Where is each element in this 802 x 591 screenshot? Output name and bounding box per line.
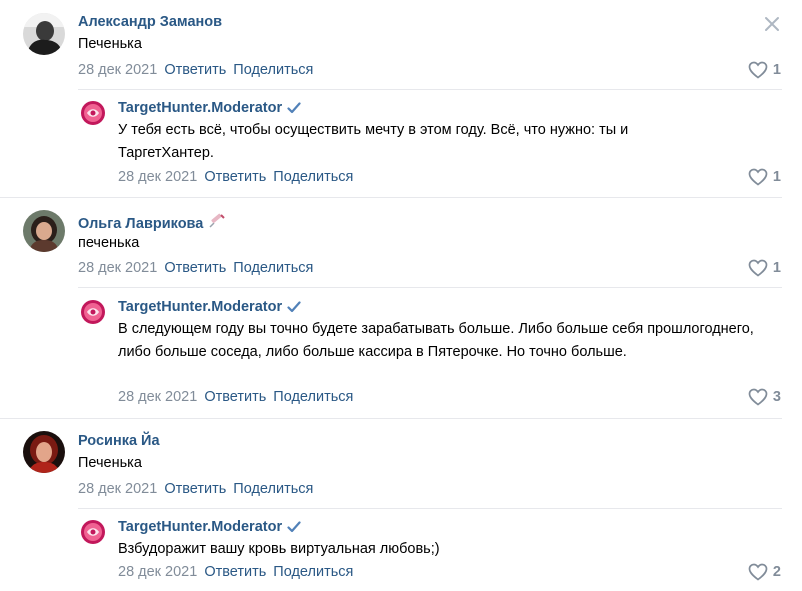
like-button[interactable]: 1 bbox=[748, 259, 781, 277]
like-button[interactable]: 2 bbox=[748, 563, 781, 581]
like-count: 1 bbox=[772, 169, 781, 185]
close-icon[interactable] bbox=[764, 16, 780, 32]
comment-date: 28 дек 2021 bbox=[118, 389, 198, 405]
comment-date: 28 дек 2021 bbox=[118, 564, 198, 580]
like-button[interactable]: 1 bbox=[748, 168, 781, 186]
comment-meta: 28 дек 2021 Ответить Поделиться bbox=[78, 260, 313, 276]
comment-meta: 28 дек 2021 Ответить Поделиться bbox=[118, 564, 353, 580]
verified-icon bbox=[287, 301, 301, 313]
divider bbox=[78, 89, 782, 90]
divider bbox=[0, 197, 782, 198]
share-link[interactable]: Поделиться bbox=[233, 62, 313, 78]
comment-text: Печенька bbox=[78, 455, 142, 471]
divider bbox=[78, 287, 782, 288]
comment-text: У тебя есть всё, чтобы осуществить мечту… bbox=[118, 122, 629, 161]
comment-text: В следующем году вы точно будете зарабат… bbox=[118, 321, 754, 360]
avatar[interactable] bbox=[23, 210, 65, 252]
heart-icon bbox=[748, 168, 768, 186]
comment-date: 28 дек 2021 bbox=[78, 260, 158, 276]
comment-author[interactable]: Ольга Лаврикова bbox=[78, 213, 226, 232]
share-link[interactable]: Поделиться bbox=[273, 564, 353, 580]
avatar[interactable] bbox=[80, 100, 106, 126]
comment-author[interactable]: TargetHunter.Moderator bbox=[118, 100, 301, 116]
reply-link[interactable]: Ответить bbox=[164, 481, 226, 497]
comment-text: Печенька bbox=[78, 36, 142, 52]
comment-date: 28 дек 2021 bbox=[78, 481, 158, 497]
like-button[interactable]: 1 bbox=[748, 61, 781, 79]
like-count: 2 bbox=[772, 564, 781, 580]
comment-author[interactable]: Александр Заманов bbox=[78, 14, 222, 30]
author-name[interactable]: Ольга Лаврикова bbox=[78, 216, 203, 232]
share-link[interactable]: Поделиться bbox=[273, 169, 353, 185]
comment-meta: 28 дек 2021 Ответить Поделиться bbox=[78, 481, 313, 497]
comment-author[interactable]: TargetHunter.Moderator bbox=[118, 299, 301, 315]
divider bbox=[78, 508, 782, 509]
avatar[interactable] bbox=[80, 299, 106, 325]
verified-icon bbox=[287, 521, 301, 533]
reply-link[interactable]: Ответить bbox=[204, 564, 266, 580]
heart-icon bbox=[748, 61, 768, 79]
comment-text: печенька bbox=[78, 235, 140, 251]
syringe-emoji-icon bbox=[209, 213, 226, 228]
author-name[interactable]: TargetHunter.Moderator bbox=[118, 100, 282, 116]
heart-icon bbox=[748, 388, 768, 406]
share-link[interactable]: Поделиться bbox=[233, 481, 313, 497]
like-count: 3 bbox=[772, 389, 781, 405]
comment-author[interactable]: TargetHunter.Moderator bbox=[118, 519, 301, 535]
verified-icon bbox=[287, 102, 301, 114]
avatar[interactable] bbox=[23, 431, 65, 473]
comment-date: 28 дек 2021 bbox=[118, 169, 198, 185]
comment-text: Взбудоражит вашу кровь виртуальная любов… bbox=[118, 541, 440, 557]
avatar[interactable] bbox=[23, 13, 65, 55]
reply-link[interactable]: Ответить bbox=[164, 62, 226, 78]
avatar[interactable] bbox=[80, 519, 106, 545]
comment-author[interactable]: Росинка Йа bbox=[78, 433, 160, 449]
comment-meta: 28 дек 2021 Ответить Поделиться bbox=[118, 389, 353, 405]
reply-link[interactable]: Ответить bbox=[164, 260, 226, 276]
share-link[interactable]: Поделиться bbox=[233, 260, 313, 276]
heart-icon bbox=[748, 563, 768, 581]
comment-date: 28 дек 2021 bbox=[78, 62, 158, 78]
heart-icon bbox=[748, 259, 768, 277]
reply-link[interactable]: Ответить bbox=[204, 389, 266, 405]
author-name[interactable]: TargetHunter.Moderator bbox=[118, 519, 282, 535]
comment-meta: 28 дек 2021 Ответить Поделиться bbox=[118, 169, 353, 185]
author-name[interactable]: TargetHunter.Moderator bbox=[118, 299, 282, 315]
divider bbox=[0, 418, 782, 419]
like-button[interactable]: 3 bbox=[748, 388, 781, 406]
like-count: 1 bbox=[772, 62, 781, 78]
like-count: 1 bbox=[772, 260, 781, 276]
comment-meta: 28 дек 2021 Ответить Поделиться bbox=[78, 62, 313, 78]
share-link[interactable]: Поделиться bbox=[273, 389, 353, 405]
reply-link[interactable]: Ответить bbox=[204, 169, 266, 185]
